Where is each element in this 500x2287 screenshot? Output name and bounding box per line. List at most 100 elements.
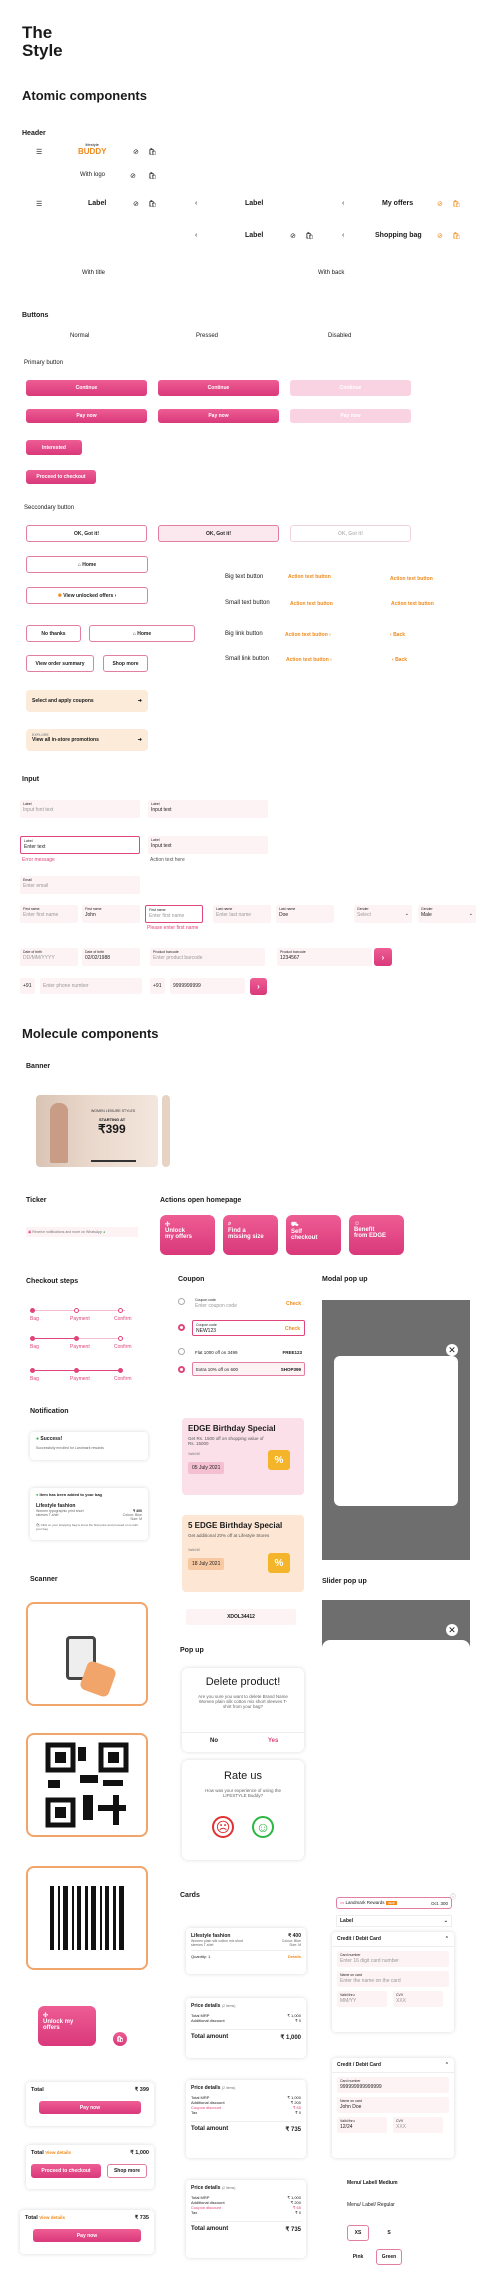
coupon-code-field-active[interactable]: Coupon code NEW123 Check — [192, 1320, 305, 1336]
action-tile-edge[interactable]: ☺ Benefit from EDGE — [349, 1215, 404, 1255]
bag-icon[interactable]: 🛍 — [148, 172, 157, 180]
ok-got-it-button-disabled[interactable]: OK, Got it! — [290, 525, 411, 542]
text-input[interactable]: Label Input font text — [20, 800, 140, 818]
radio[interactable] — [178, 1298, 185, 1305]
yes-button[interactable]: Yes — [268, 1738, 278, 1744]
valid-thru-field[interactable]: Valid thru MM/YY — [337, 1991, 387, 2007]
first-name-field-error[interactable]: First name Enter first name — [145, 905, 203, 923]
gender-select[interactable]: Gender Select ⌄ — [354, 905, 412, 923]
scan-icon[interactable]: ⊘ — [130, 172, 136, 180]
phone-submit-button[interactable]: › — [250, 978, 267, 995]
dob-field-filled[interactable]: Date of birth 02/02/1988 — [82, 948, 140, 966]
pay-now-button[interactable]: Pay now — [39, 2101, 141, 2114]
view-promotions-chip[interactable]: EXPLORE View all in-store promotions ➜ — [26, 729, 148, 751]
cvv-field[interactable]: CVV XXX — [393, 1991, 443, 2007]
home-button-wide[interactable]: ⌂ Home — [89, 625, 195, 642]
action-tile-unlock-offers[interactable]: ✣ Unlock my offers — [160, 1215, 215, 1255]
info-icon[interactable]: ⓘ — [450, 1892, 456, 1901]
happy-face-icon[interactable]: ☺ — [252, 1816, 274, 1838]
dob-field[interactable]: Date of birth DD/MM/YYYY — [20, 948, 78, 966]
back-icon[interactable]: ‹ — [342, 200, 344, 207]
menu-icon[interactable]: ☰ — [36, 200, 42, 208]
no-thanks-button[interactable]: No thanks — [26, 625, 81, 642]
scan-icon[interactable]: ⊘ — [437, 232, 443, 240]
radio-selected[interactable] — [178, 1324, 185, 1331]
ok-got-it-button-pressed[interactable]: OK, Got it! — [158, 525, 279, 542]
proceed-to-checkout-button[interactable]: Proceed to checkout — [26, 470, 96, 484]
back-link-button[interactable]: ‹ Back — [390, 632, 405, 638]
apply-coupons-chip[interactable]: Select and apply coupons ➜ — [26, 690, 148, 712]
details-link[interactable]: Details — [288, 1954, 301, 1959]
name-on-card-field[interactable]: Name on card John Doe — [337, 2097, 449, 2113]
coupon-code-field[interactable]: Coupon code Enter coupon code Check — [192, 1296, 305, 1312]
text-input-error[interactable]: Label Enter text — [20, 836, 140, 854]
radio-selected[interactable] — [178, 1366, 185, 1373]
action-tile-find-size[interactable]: ⌕ Find a missing size — [223, 1215, 278, 1255]
menu-icon[interactable]: ☰ — [36, 148, 42, 156]
bag-icon[interactable]: 🛍 — [305, 232, 314, 240]
back-icon[interactable]: ‹ — [195, 200, 197, 207]
color-chip-green[interactable]: Green — [376, 2249, 402, 2265]
barcode-field-filled[interactable]: Product barcode 1234567 — [277, 948, 372, 966]
sad-face-icon[interactable]: ☹ — [212, 1816, 234, 1838]
no-button[interactable]: No — [210, 1738, 218, 1744]
back-link-button-small[interactable]: ‹ Back — [392, 657, 407, 663]
proceed-to-checkout-button[interactable]: Proceed to checkout — [31, 2164, 101, 2178]
action-text-button-small[interactable]: Action text button — [290, 601, 333, 607]
label-accordion[interactable]: Label ⌄ — [336, 1915, 452, 1927]
coupon-code-chip[interactable]: XDOL34412 — [186, 1609, 296, 1625]
view-order-summary-button[interactable]: View order summary — [26, 655, 94, 672]
bag-icon[interactable]: 🛍 — [452, 200, 461, 208]
last-name-field-filled[interactable]: Last name Doe — [276, 905, 334, 923]
close-icon[interactable]: ✕ — [446, 1624, 458, 1636]
product-card[interactable]: Lifestyle fashion ₹ 400 Women plain silk … — [186, 1928, 306, 1974]
continue-button[interactable]: Continue — [26, 380, 147, 396]
action-text-button[interactable]: Action text button — [288, 574, 331, 580]
coupon-option[interactable]: Flat 1000 off on 3499 FREE123 — [192, 1346, 305, 1358]
view-unlocked-offers-button[interactable]: ✹ View unlocked offers › — [26, 587, 148, 604]
barcode-submit-button[interactable]: › — [374, 948, 392, 966]
gender-select-filled[interactable]: Gender Male ⌄ — [418, 905, 476, 923]
bag-icon[interactable]: 🛍 — [452, 232, 461, 240]
first-name-field[interactable]: First name Enter first name — [20, 905, 78, 923]
action-text-button[interactable]: Action text button — [390, 576, 433, 582]
color-chip-pink[interactable]: Pink — [347, 2249, 369, 2265]
back-icon[interactable]: ‹ — [342, 232, 344, 239]
unlock-offers-tile[interactable]: ✣ Unlock my offers — [38, 2006, 96, 2046]
card-number-field[interactable]: Card number Enter 16 digit card number — [337, 1951, 449, 1967]
action-link-button[interactable]: Action text button › — [285, 632, 331, 638]
view-details-link[interactable]: View details — [39, 2215, 65, 2220]
view-details-link[interactable]: View details — [45, 2150, 71, 2155]
action-text-button-small[interactable]: Action text button — [391, 601, 434, 607]
country-code-field[interactable]: +91 — [150, 978, 165, 994]
close-icon[interactable]: ✕ — [446, 1344, 458, 1356]
scan-icon[interactable]: ⊘ — [437, 200, 443, 208]
continue-button-disabled[interactable]: Continue — [290, 380, 411, 396]
action-tile-self-checkout[interactable]: ⛟ Self checkout — [286, 1215, 341, 1255]
bag-icon[interactable]: 🛍 — [148, 200, 157, 208]
scan-icon[interactable]: ⊘ — [290, 232, 296, 240]
scan-icon[interactable]: ⊘ — [133, 200, 139, 208]
interested-button[interactable]: Interested — [26, 440, 82, 455]
text-input-action[interactable]: Label Input text — [148, 836, 268, 854]
card-number-field[interactable]: Card number 999999999999999 — [337, 2077, 449, 2093]
edge-coupon-card[interactable]: 5 EDGE Birthday Special Get additional 2… — [182, 1515, 304, 1592]
name-on-card-field[interactable]: Name on card Enter the name on the card — [337, 1971, 449, 1987]
country-code-field[interactable]: +91 — [20, 978, 35, 994]
pay-now-button[interactable]: Pay now — [33, 2229, 141, 2242]
landmark-rewards-row[interactable]: ▭ Landmark Rewards NEW Oct. 300 — [336, 1897, 452, 1909]
home-button[interactable]: ⌂ Home — [26, 556, 148, 573]
valid-thru-field[interactable]: Valid thru 12/24 — [337, 2117, 387, 2133]
first-name-field-filled[interactable]: First name John — [82, 905, 140, 923]
barcode-field[interactable]: Product barcode Enter product barcode — [150, 948, 265, 966]
ticker-bar[interactable]: ▣ Receive notifications and more on What… — [26, 1227, 138, 1237]
bag-fab[interactable]: 🛍 — [113, 2032, 127, 2046]
email-field[interactable]: Email Enter email — [20, 876, 140, 894]
birthday-coupon-card[interactable]: EDGE Birthday Special Get Rs. 1500 off o… — [182, 1418, 304, 1495]
coupon-option-selected[interactable]: Extra 10% off on 600 SHOP399 — [192, 1362, 305, 1376]
back-icon[interactable]: ‹ — [195, 232, 197, 239]
scan-icon[interactable]: ⊘ — [133, 148, 139, 156]
radio[interactable] — [178, 1348, 185, 1355]
phone-field-filled[interactable]: 9999999999 — [170, 978, 245, 994]
size-chip-xs[interactable]: XS — [347, 2225, 369, 2241]
